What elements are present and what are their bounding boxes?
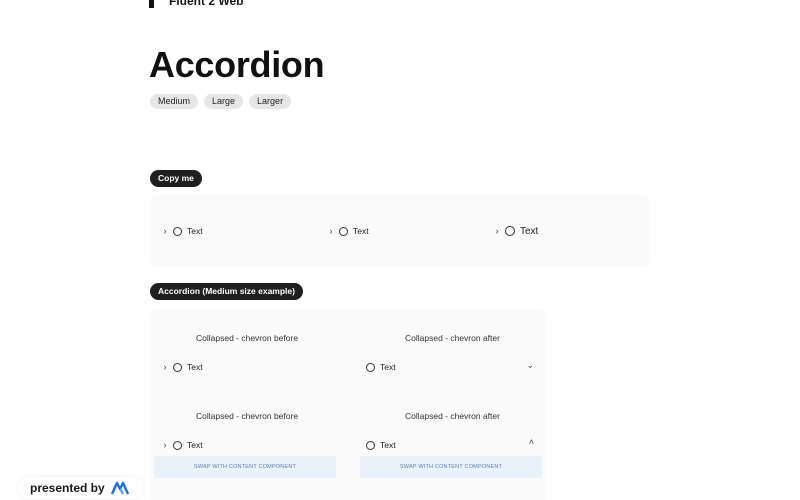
chevron-right-icon: › bbox=[163, 440, 167, 450]
size-pill-large[interactable]: Large bbox=[204, 94, 244, 109]
accordion-item-medium[interactable]: › Text bbox=[160, 224, 203, 238]
size-pills: Medium Large Larger bbox=[150, 94, 292, 109]
accordion-item-text: Text bbox=[187, 362, 203, 372]
brand-name: Fluent 2 Web bbox=[169, 0, 244, 8]
accordion-item-text: Text bbox=[187, 440, 203, 450]
circle-icon bbox=[339, 226, 348, 236]
chevron-right-icon: › bbox=[495, 226, 499, 236]
example-caption: Collapsed - chevron before bbox=[196, 411, 299, 421]
accordion-item-text: Text bbox=[380, 362, 396, 372]
accordion-item-medium[interactable]: › Text bbox=[326, 224, 369, 238]
chevron-right-icon: › bbox=[163, 226, 167, 236]
page-title: Accordion bbox=[149, 44, 325, 85]
accordion-item-text: Text bbox=[380, 440, 396, 450]
accordion-item-large[interactable]: › Text bbox=[492, 224, 539, 238]
circle-icon bbox=[173, 226, 182, 236]
accordion-item-text: Text bbox=[187, 226, 203, 236]
accordion-item-chevron-after[interactable]: Text ⌄ bbox=[362, 360, 542, 374]
accordion-item-chevron-before[interactable]: › Text bbox=[160, 438, 203, 452]
chevron-up-icon: ˄ bbox=[528, 437, 534, 447]
content-placeholder: SWAP WITH CONTENT COMPONENT bbox=[360, 456, 542, 478]
presenter-logo-icon bbox=[110, 481, 129, 495]
chevron-right-icon: › bbox=[163, 362, 167, 372]
example-caption: Collapsed - chevron before bbox=[196, 333, 299, 343]
circle-icon bbox=[366, 362, 375, 372]
copy-me-card: › Text › Text › Text bbox=[150, 195, 650, 267]
accordion-item-chevron-after[interactable]: Text ˄ bbox=[362, 437, 542, 452]
chevron-down-icon: ⌄ bbox=[526, 360, 534, 370]
accordion-item-chevron-before[interactable]: › Text bbox=[160, 360, 203, 374]
medium-example-card: Collapsed - chevron before Collapsed - c… bbox=[150, 309, 546, 500]
chevron-right-icon: › bbox=[329, 226, 333, 236]
presented-by-text: presented by bbox=[30, 481, 105, 495]
content-placeholder: SWAP WITH CONTENT COMPONENT bbox=[154, 456, 336, 478]
circle-icon bbox=[173, 440, 182, 450]
size-pill-medium[interactable]: Medium bbox=[150, 94, 199, 109]
page: Fluent 2 Web Accordion Medium Large Larg… bbox=[0, 0, 800, 500]
fluent-logo-icon bbox=[149, 0, 154, 8]
circle-icon bbox=[505, 226, 515, 236]
circle-icon bbox=[173, 362, 182, 372]
presented-by-badge[interactable]: presented by bbox=[18, 477, 143, 499]
size-pill-larger[interactable]: Larger bbox=[249, 94, 292, 109]
accordion-item-text: Text bbox=[353, 226, 369, 236]
brand-header: Fluent 2 Web bbox=[149, 0, 243, 8]
example-caption: Collapsed - chevron after bbox=[405, 333, 500, 343]
copy-me-label: Copy me bbox=[150, 170, 202, 187]
medium-example-label: Accordion (Medium size example) bbox=[150, 283, 303, 300]
accordion-item-text: Text bbox=[520, 225, 539, 237]
circle-icon bbox=[366, 440, 375, 450]
example-caption: Collapsed - chevron after bbox=[405, 411, 500, 421]
